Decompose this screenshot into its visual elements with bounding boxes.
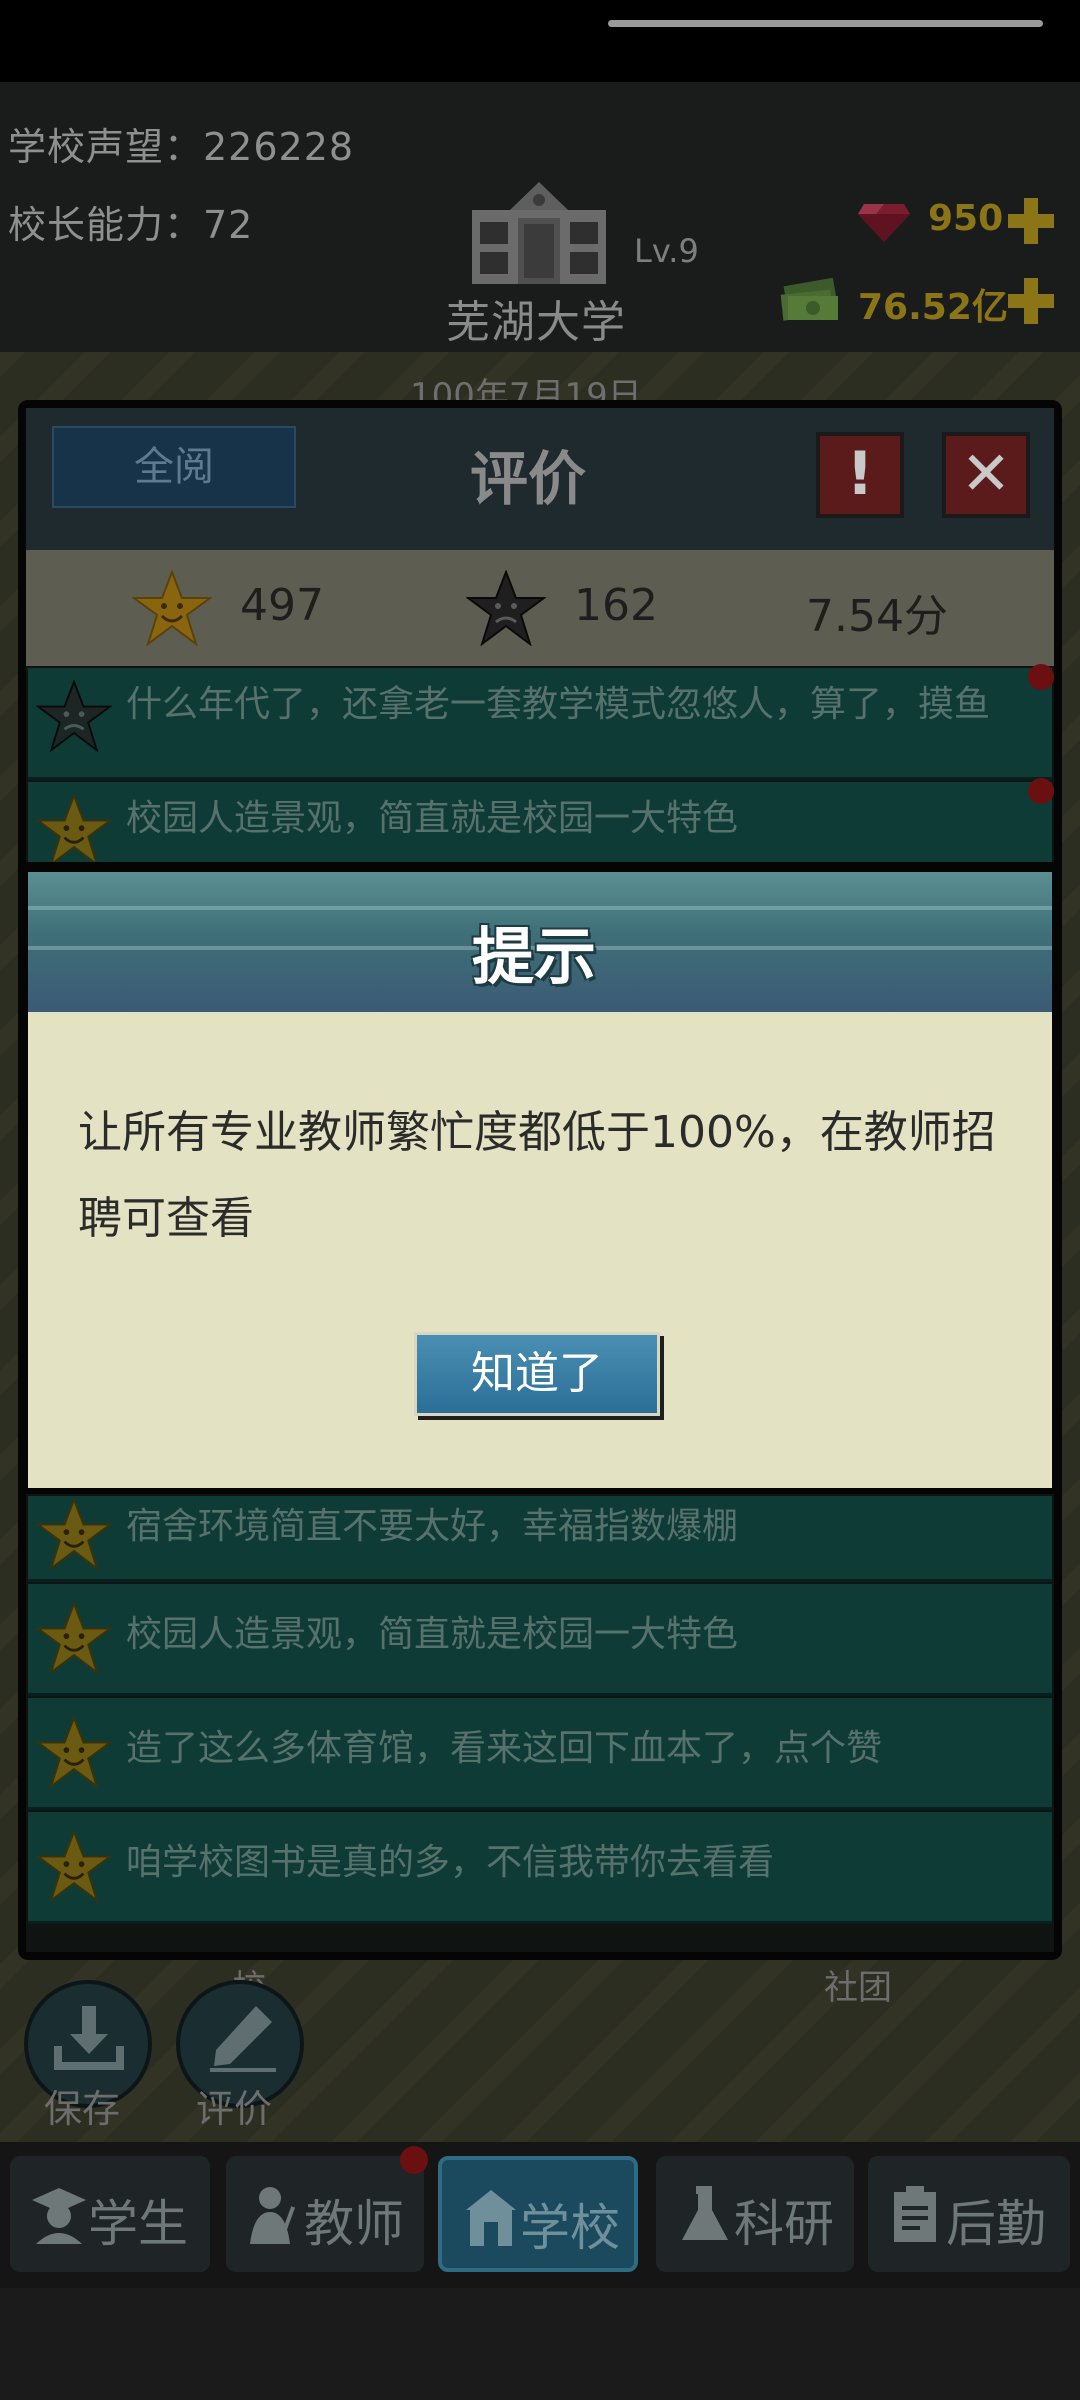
student-icon: [32, 2188, 86, 2244]
bad-review-count: 162: [574, 580, 658, 631]
review-row[interactable]: 什么年代了，还拿老一套教学模式忽悠人，算了，摸鱼: [28, 664, 1054, 780]
review-text: 校园人造景观，简直就是校园一大特色: [126, 1614, 739, 1655]
gesture-pill: [608, 20, 1043, 27]
school-level: Lv.9: [634, 232, 699, 270]
school-name: 芜湖大学: [446, 297, 626, 348]
pencil-icon: [210, 2006, 276, 2072]
add-gems-icon[interactable]: [1006, 196, 1056, 246]
review-row[interactable]: 校园人造景观，简直就是校园一大特色: [28, 778, 1054, 866]
add-money-icon[interactable]: [1006, 276, 1056, 326]
teacher-icon: [250, 2187, 296, 2244]
logistics-icon: [894, 2186, 936, 2242]
read-all-button[interactable]: 全阅: [52, 426, 296, 508]
good-review-star-icon: [36, 1498, 112, 1570]
ok-button[interactable]: 知道了: [414, 1332, 660, 1416]
review-label: 评价: [196, 2087, 273, 2131]
good-review-star-icon: [36, 1830, 112, 1902]
review-text: 造了这么多体育馆，看来这回下血本了，点个赞: [126, 1728, 883, 1769]
nav-label: 后勤: [946, 2195, 1046, 2253]
download-icon: [54, 2006, 124, 2070]
gem-icon: [858, 204, 910, 242]
review-row[interactable]: 宿舍环境简直不要太好，幸福指数爆棚: [28, 1496, 1052, 1582]
good-review-count: 497: [240, 580, 324, 631]
unread-dot: [1028, 664, 1054, 690]
review-text: 宿舍环境简直不要太好，幸福指数爆棚: [126, 1506, 739, 1547]
review-panel-title: 评价: [470, 445, 587, 513]
nav-label: 教师: [304, 2195, 404, 2253]
status-bar: [0, 0, 1080, 82]
money-count: 76.52亿: [858, 287, 1008, 328]
system-nav-area: [0, 2288, 1080, 2400]
nav-label: 科研: [734, 2195, 834, 2253]
good-review-star-icon: [36, 1602, 112, 1674]
nav-research[interactable]: 科研: [656, 2156, 854, 2272]
bad-review-star-icon: [36, 680, 112, 752]
nav-label: 学校: [520, 2199, 620, 2257]
money-icon: [780, 278, 838, 321]
club-map-label[interactable]: 社团: [824, 1960, 892, 2009]
review-text: 咱学校图书是真的多，不信我带你去看看: [126, 1842, 775, 1883]
nav-school[interactable]: 学校: [438, 2156, 638, 2272]
close-panel-button[interactable]: ✕: [942, 432, 1030, 518]
school-icon: [466, 2190, 516, 2246]
report-button[interactable]: !: [816, 432, 904, 518]
nav-students[interactable]: 学生: [10, 2156, 210, 2272]
unread-dot: [1028, 778, 1054, 804]
review-text: 校园人造景观，简直就是校园一大特色: [126, 798, 739, 839]
good-review-star-icon: [36, 794, 112, 866]
review-row[interactable]: 咱学校图书是真的多，不信我带你去看看: [28, 1812, 1052, 1924]
hint-dialog-message: 让所有专业教师繁忙度都低于100%，在教师招聘可查看: [78, 1107, 996, 1244]
nav-logistics[interactable]: 后勤: [868, 2156, 1070, 2272]
review-score: 7.54分: [806, 591, 948, 642]
review-text: 什么年代了，还拿老一套教学模式忽悠人，算了，摸鱼: [126, 684, 991, 725]
gem-count: 950: [928, 198, 1004, 239]
review-row[interactable]: 校园人造景观，简直就是校园一大特色: [28, 1584, 1052, 1696]
bad-review-star-icon: [466, 570, 546, 646]
nav-teachers[interactable]: 教师: [226, 2156, 424, 2272]
school-building-icon[interactable]: [450, 178, 628, 288]
hint-dialog-title: 提示: [472, 920, 597, 993]
research-icon: [682, 2186, 728, 2240]
save-label: 保存: [44, 2087, 121, 2131]
review-row[interactable]: 造了这么多体育馆，看来这回下血本了，点个赞: [28, 1698, 1052, 1810]
teacher-notification-dot: [400, 2146, 428, 2174]
reputation-stat: 学校声望：226228: [8, 125, 355, 169]
ability-stat: 校长能力：72: [8, 203, 254, 247]
good-review-star-icon: [36, 1716, 112, 1788]
nav-label: 学生: [88, 2195, 188, 2253]
good-review-star-icon: [132, 570, 212, 646]
